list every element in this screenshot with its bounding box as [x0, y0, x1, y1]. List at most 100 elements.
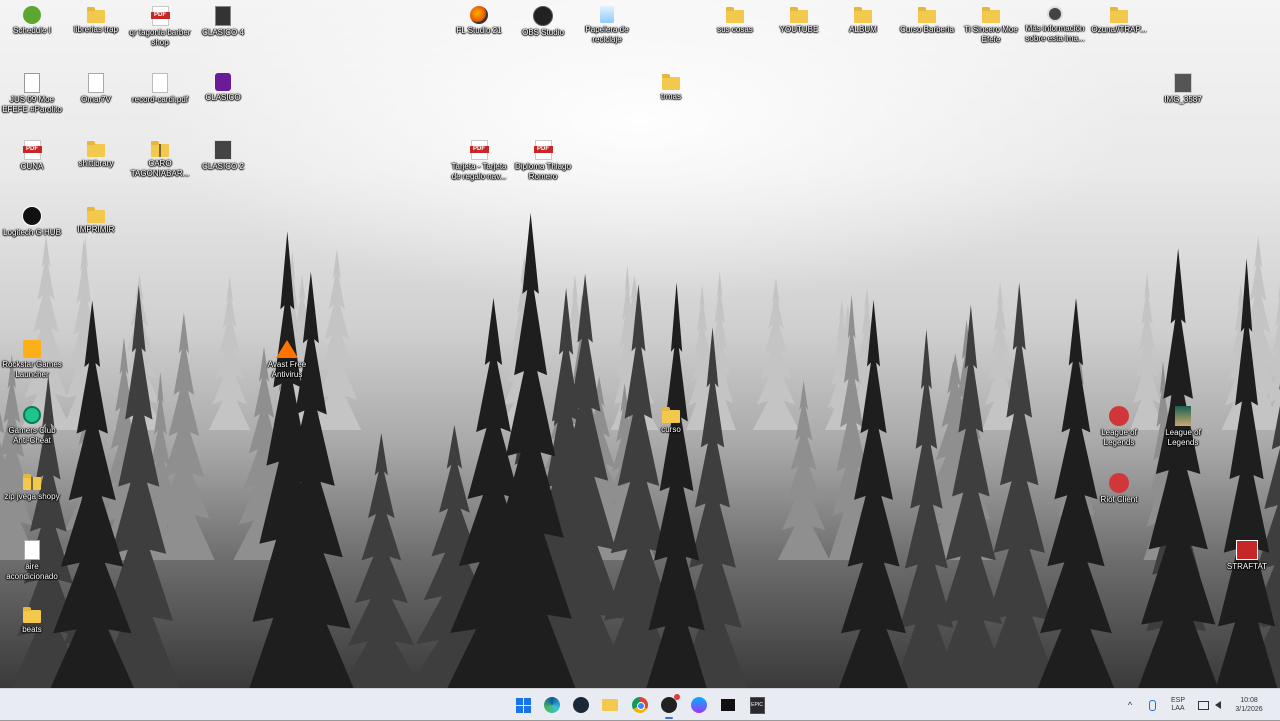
desktop-icon-tarjeta[interactable]: Tarjeta - Tarjeta de regalo nav... — [447, 136, 511, 182]
desktop-icon-diploma[interactable]: Diploma Thiago Romero — [511, 136, 575, 182]
taskbar-file-explorer[interactable] — [598, 693, 622, 717]
rockstar-icon — [23, 340, 41, 358]
start-button[interactable] — [511, 693, 535, 717]
desktop-icon-trmas[interactable]: trmas — [639, 69, 703, 102]
clock[interactable]: 10:08 3/1/2026 — [1228, 689, 1270, 721]
desktop-icon-clasico-4[interactable]: CLASICO 4 — [191, 2, 255, 38]
app-icon — [88, 73, 104, 93]
desktop: Schedule I librerias trap qr tagonia bar… — [0, 0, 1280, 688]
desktop-icon-mas-info[interactable]: Más información sobre esta ima... — [1023, 2, 1087, 44]
icon-label: Schedule I — [13, 26, 51, 35]
icon-label: qr tagonia barber shop — [129, 28, 191, 47]
league-of-legends-icon — [1175, 406, 1191, 426]
desktop-icon-lol-1[interactable]: League of Legends — [1087, 402, 1151, 448]
desktop-icon-lol-2[interactable]: League of Legends — [1151, 402, 1215, 448]
desktop-icon-omar[interactable]: Omar7V — [64, 69, 128, 105]
desktop-icon-shittibrary[interactable]: shittibrary — [64, 136, 128, 169]
taskbar-obs[interactable] — [657, 693, 681, 719]
desktop-icon-avast[interactable]: Avast Free Antivirus — [255, 336, 319, 380]
desktop-icon-schedule[interactable]: Schedule I — [0, 2, 64, 36]
icon-label: beats — [22, 625, 42, 634]
icon-label: aire acondicionado — [6, 562, 58, 581]
icon-label: STRAFTAT — [1226, 562, 1268, 571]
desktop-icon-gamers-club[interactable]: Gamers Club Anti-Cheat — [0, 402, 64, 446]
network-button[interactable] — [1197, 689, 1209, 721]
desktop-icon-sus-cosas[interactable]: sus cosas — [703, 2, 767, 35]
folder-icon — [87, 207, 105, 223]
desktop-icon-curso[interactable]: curso — [639, 402, 703, 435]
desktop-icon-ti-sincero[interactable]: Ti Sincero Moe Efefe — [959, 2, 1023, 45]
icon-label: Ozuna//TRAP... — [1091, 25, 1147, 34]
icon-label: curso — [661, 425, 681, 434]
icon-label: Papelera de reciclaje — [585, 25, 629, 44]
language-indicator[interactable]: ESP LAA — [1168, 689, 1188, 721]
pine-tree — [752, 277, 800, 430]
media-file-icon — [214, 140, 232, 160]
messenger-icon — [691, 697, 707, 713]
icon-label: Rockstar Games Launcher — [2, 360, 62, 379]
desktop-icon-riot-client[interactable]: Riot Client — [1087, 469, 1151, 505]
riot-icon — [1109, 406, 1129, 426]
folder-icon — [726, 7, 744, 23]
fl-studio-icon — [470, 6, 488, 24]
taskbar-chrome[interactable] — [628, 693, 652, 717]
icon-label: CLASICO 4 — [202, 28, 244, 37]
folder-icon — [982, 7, 1000, 23]
taskbar-steam[interactable] — [569, 693, 593, 717]
steam-icon — [573, 697, 589, 713]
desktop-icon-obs-studio[interactable]: OBS Studio — [511, 2, 575, 38]
icon-label: Diploma Thiago Romero — [515, 162, 571, 181]
desktop-icon-qr-tagonia[interactable]: qr tagonia barber shop — [128, 2, 192, 48]
desktop-icon-moe-efefe[interactable]: JUS 09 Moe EFEFE #Parolito — [0, 69, 64, 115]
desktop-icon-beats[interactable]: beats — [0, 602, 64, 635]
windows-start-icon — [515, 697, 531, 713]
microphone-indicator[interactable] — [1146, 689, 1158, 721]
obs-icon — [661, 694, 680, 713]
desktop-icon-aire[interactable]: aire acondicionado — [0, 536, 64, 582]
logitech-ghub-icon — [22, 206, 42, 226]
desktop-icon-ozuna[interactable]: Ozuna//TRAP... — [1087, 2, 1151, 35]
clock-date: 3/1/2026 — [1235, 706, 1263, 713]
volume-button[interactable] — [1212, 689, 1224, 721]
taskbar-capcut[interactable] — [716, 693, 740, 717]
media-file-icon — [215, 6, 231, 26]
desktop-icon-clasico[interactable]: CLASICO — [191, 69, 255, 103]
desktop-icon-cuna[interactable]: CUNA — [0, 136, 64, 172]
desktop-icon-rockstar[interactable]: Rockstar Games Launcher — [0, 336, 64, 380]
desktop-icon-caro[interactable]: CARO TAGONIABAR... — [128, 136, 192, 179]
desktop-icon-clasico-2[interactable]: CLASICO 2 — [191, 136, 255, 172]
schedule-app-icon — [23, 6, 41, 24]
taskbar-edge[interactable] — [540, 693, 564, 717]
desktop-icon-record-cardi[interactable]: record-cardi.pdf — [128, 69, 192, 105]
desktop-icon-album[interactable]: ALBUM — [831, 2, 895, 35]
image-file-icon — [24, 540, 40, 560]
desktop-icon-img-3587[interactable]: IMG_3587 — [1151, 69, 1215, 105]
desktop-icon-strafat[interactable]: STRAFTAT — [1215, 536, 1279, 572]
desktop-icon-imprimir[interactable]: IMPRIMIR — [64, 202, 128, 235]
show-hidden-icons-button[interactable]: ^ — [1124, 689, 1136, 721]
desktop-icon-fl-studio[interactable]: FL Studio 21 — [447, 2, 511, 36]
desktop-icon-papelera[interactable]: Papelera de reciclaje — [575, 2, 639, 45]
pdf-icon — [533, 140, 553, 160]
desktop-icon-youtube[interactable]: YOUTUBE — [767, 2, 831, 35]
desktop-icon-curso-barberia[interactable]: Curso Barberia — [895, 2, 959, 35]
keyboard-layout: LAA — [1171, 705, 1185, 712]
obs-icon — [533, 6, 553, 26]
epic-games-icon: EPIC — [749, 696, 765, 714]
desktop-icon-logitech[interactable]: Logitech G HUB — [0, 202, 64, 238]
folder-icon — [662, 74, 680, 90]
taskbar-epic-games[interactable]: EPIC — [745, 693, 769, 717]
icon-label: League of Legends — [1101, 428, 1137, 447]
taskbar-messenger[interactable] — [687, 693, 711, 717]
strafat-icon — [1236, 540, 1258, 560]
clock-time: 10:08 — [1240, 697, 1258, 704]
icon-label: IMPRIMIR — [77, 225, 115, 234]
edge-icon — [544, 697, 560, 713]
desktop-icon-zip-jvega[interactable]: zip jvega shopy — [0, 469, 64, 502]
icon-label: sus cosas — [717, 25, 753, 34]
zip-folder-icon — [151, 141, 169, 157]
pdf-icon — [22, 140, 42, 160]
icon-label: Tarjeta - Tarjeta de regalo nav... — [451, 162, 507, 181]
network-icon — [1197, 700, 1209, 710]
desktop-icon-librerias-trap[interactable]: librerias trap — [64, 2, 128, 35]
